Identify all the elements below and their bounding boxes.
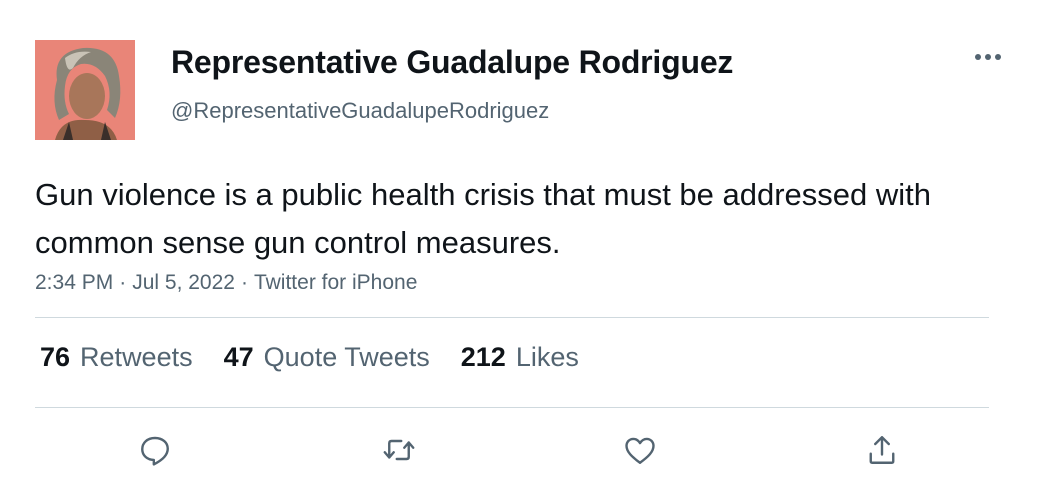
quote-tweets-label: Quote Tweets	[263, 342, 430, 372]
meta-separator: ·	[240, 271, 248, 294]
heart-icon	[625, 437, 655, 464]
like-button[interactable]	[618, 428, 662, 472]
author-name[interactable]: Representative Guadalupe Rodriguez	[171, 44, 733, 81]
divider	[35, 317, 989, 318]
meta-separator: ·	[119, 271, 127, 294]
avatar[interactable]	[35, 40, 135, 140]
retweets-count: 76	[40, 342, 71, 372]
divider	[35, 407, 989, 408]
likes-count: 212	[460, 342, 506, 372]
more-options-button[interactable]	[968, 42, 1008, 72]
tweet-time[interactable]: 2:34 PM	[35, 271, 113, 294]
share-button[interactable]	[860, 428, 904, 472]
more-dots-icon	[975, 54, 1001, 60]
tweet-text: Gun violence is a public health crisis t…	[35, 177, 932, 260]
author-handle[interactable]: @RepresentativeGuadalupeRodriguez	[171, 98, 549, 124]
retweet-icon	[383, 439, 415, 461]
quote-tweets-count: 47	[223, 342, 254, 372]
tweet-date[interactable]: Jul 5, 2022	[132, 271, 235, 294]
reply-button[interactable]	[133, 428, 177, 472]
tweet-source[interactable]: Twitter for iPhone	[254, 271, 417, 294]
tweet-stats: 76 Retweets 47 Quote Tweets 212 Likes	[40, 342, 610, 373]
likes-stat[interactable]: 212 Likes	[461, 342, 579, 373]
retweets-stat[interactable]: 76 Retweets	[40, 342, 193, 373]
likes-label: Likes	[515, 342, 579, 372]
tweet-meta: 2:34 PM · Jul 5, 2022 · Twitter for iPhone	[35, 271, 417, 295]
retweet-button[interactable]	[377, 428, 421, 472]
avatar-image	[35, 40, 135, 140]
retweets-label: Retweets	[80, 342, 193, 372]
quote-tweets-stat[interactable]: 47 Quote Tweets	[224, 342, 430, 373]
share-upload-icon	[869, 436, 895, 464]
action-bar	[0, 428, 1050, 472]
reply-bubble-icon	[141, 436, 169, 466]
